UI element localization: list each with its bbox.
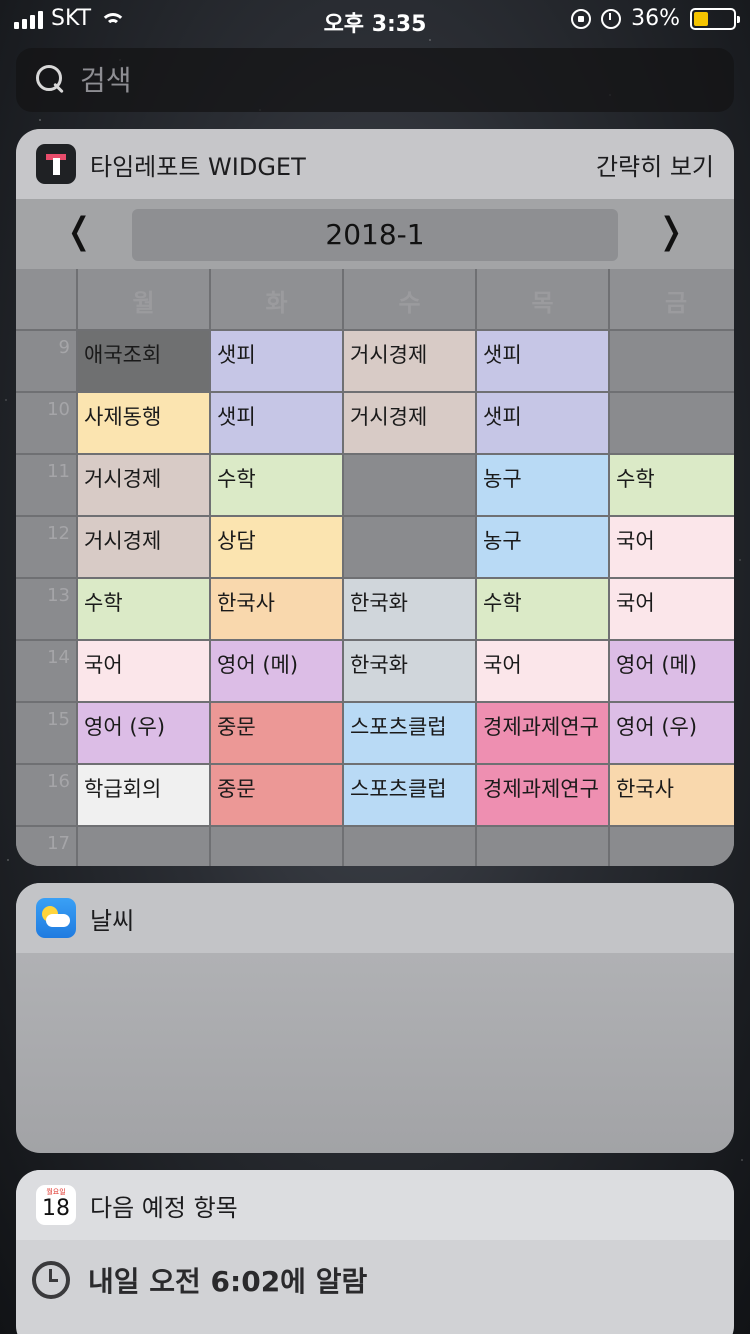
prev-semester-button[interactable]: ❬	[64, 211, 94, 252]
class-cell[interactable]: 샛피	[211, 393, 342, 453]
empty-cell	[344, 455, 475, 515]
class-cell[interactable]: 학급회의	[78, 765, 209, 825]
empty-cell	[477, 827, 608, 866]
hour-label: 14	[16, 641, 76, 701]
battery-icon	[690, 7, 740, 30]
class-cell[interactable]: 수학	[477, 579, 608, 639]
hour-label: 11	[16, 455, 76, 515]
empty-cell	[344, 517, 475, 577]
class-cell[interactable]: 중문	[211, 765, 342, 825]
weather-title: 날씨	[90, 906, 135, 935]
empty-cell	[78, 827, 209, 866]
class-cell[interactable]: 샛피	[477, 393, 608, 453]
search-icon	[36, 65, 66, 95]
class-cell[interactable]: 스포츠클럽	[344, 765, 475, 825]
alarm-item[interactable]: 내일 오전 6:02에 알람	[16, 1240, 734, 1320]
class-cell[interactable]: 거시경제	[344, 331, 475, 391]
up-next-header[interactable]: 월요일 18 다음 예정 항목	[16, 1170, 734, 1240]
class-cell[interactable]: 애국조회	[78, 331, 209, 391]
grid-corner	[16, 269, 76, 329]
class-cell[interactable]: 경제과제연구	[477, 703, 608, 763]
class-cell[interactable]: 국어	[477, 641, 608, 701]
empty-cell	[610, 393, 734, 453]
search-input[interactable]	[80, 63, 680, 97]
class-cell[interactable]: 국어	[610, 517, 734, 577]
class-cell[interactable]: 샛피	[211, 331, 342, 391]
show-less-button[interactable]: 간략히 보기	[596, 147, 714, 182]
day-header: 목	[477, 269, 608, 329]
class-cell[interactable]: 농구	[477, 517, 608, 577]
semester-label: 2018-1	[132, 209, 618, 261]
class-cell[interactable]: 영어 (우)	[610, 703, 734, 763]
class-cell[interactable]: 영어 (우)	[78, 703, 209, 763]
class-cell[interactable]: 거시경제	[78, 455, 209, 515]
hour-label: 17	[16, 827, 76, 866]
day-header: 금	[610, 269, 734, 329]
empty-cell	[610, 331, 734, 391]
class-cell[interactable]: 한국화	[344, 579, 475, 639]
weather-widget[interactable]: 날씨	[16, 883, 734, 1153]
up-next-title: 다음 예정 항목	[90, 1193, 238, 1222]
calendar-app-icon: 월요일 18	[36, 1185, 76, 1225]
widget-title: 타임레포트 WIDGET	[90, 152, 306, 181]
up-next-widget[interactable]: 월요일 18 다음 예정 항목 내일 오전 6:02에 알람	[16, 1170, 734, 1334]
day-header: 수	[344, 269, 475, 329]
class-cell[interactable]: 한국화	[344, 641, 475, 701]
class-cell[interactable]: 수학	[610, 455, 734, 515]
status-bar: SKT 오후 3:35 36%	[0, 0, 750, 40]
empty-cell	[344, 827, 475, 866]
class-cell[interactable]: 중문	[211, 703, 342, 763]
class-cell[interactable]: 경제과제연구	[477, 765, 608, 825]
class-cell[interactable]: 한국사	[610, 765, 734, 825]
hour-label: 16	[16, 765, 76, 825]
class-cell[interactable]: 영어 (메)	[211, 641, 342, 701]
timetable-widget: 타임레포트 WIDGET 간략히 보기 ❬ 2018-1 ❭ 월 화 수 목 금 9 애국조…	[16, 129, 734, 866]
class-cell[interactable]: 스포츠클럽	[344, 703, 475, 763]
battery-percent: 36%	[631, 6, 680, 31]
alarm-clock-icon	[32, 1261, 70, 1299]
empty-cell	[211, 827, 342, 866]
day-header: 월	[78, 269, 209, 329]
class-cell[interactable]: 상담	[211, 517, 342, 577]
timereport-app-icon	[36, 144, 76, 184]
empty-cell	[610, 827, 734, 866]
alarm-icon	[601, 8, 622, 29]
hour-label: 12	[16, 517, 76, 577]
class-cell[interactable]: 거시경제	[344, 393, 475, 453]
calendar-icon-day: 18	[42, 1196, 70, 1221]
hour-label: 9	[16, 331, 76, 391]
next-semester-button[interactable]: ❭	[656, 211, 686, 252]
class-cell[interactable]: 농구	[477, 455, 608, 515]
class-cell[interactable]: 국어	[78, 641, 209, 701]
rotation-lock-icon	[571, 8, 592, 29]
class-cell[interactable]: 샛피	[477, 331, 608, 391]
alarm-text: 내일 오전 6:02에 알람	[88, 1265, 368, 1298]
search-bar[interactable]	[16, 48, 734, 112]
class-cell[interactable]: 한국사	[211, 579, 342, 639]
hour-label: 10	[16, 393, 76, 453]
semester-nav: ❬ 2018-1 ❭	[16, 199, 734, 269]
battery-level	[694, 11, 708, 26]
class-cell[interactable]: 수학	[78, 579, 209, 639]
timetable-grid: 월 화 수 목 금 9 애국조회 샛피 거시경제 샛피 10 사제동행 샛피 거시경제 샛피 11 거시경제 수학…	[16, 269, 734, 866]
day-header: 화	[211, 269, 342, 329]
weather-app-icon	[36, 898, 76, 938]
class-cell[interactable]: 국어	[610, 579, 734, 639]
class-cell[interactable]: 거시경제	[78, 517, 209, 577]
class-cell[interactable]: 영어 (메)	[610, 641, 734, 701]
timetable-widget-header[interactable]: 타임레포트 WIDGET 간략히 보기	[16, 129, 734, 199]
class-cell[interactable]: 사제동행	[78, 393, 209, 453]
weather-widget-header[interactable]: 날씨	[16, 883, 734, 953]
class-cell[interactable]: 수학	[211, 455, 342, 515]
hour-label: 13	[16, 579, 76, 639]
hour-label: 15	[16, 703, 76, 763]
